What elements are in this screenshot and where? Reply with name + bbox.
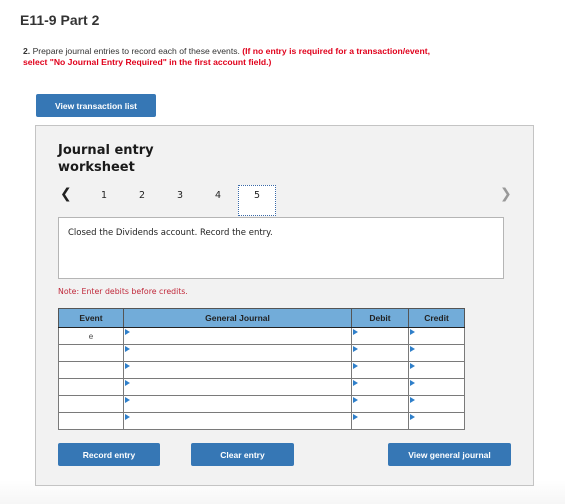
header-event: Event xyxy=(58,308,124,328)
table-header-row: Event General Journal Debit Credit xyxy=(58,308,465,328)
question-number: 2. xyxy=(23,46,31,56)
credit-field[interactable] xyxy=(408,395,465,413)
journal-table: Event General Journal Debit Credit e xyxy=(58,308,465,430)
dropdown-indicator-icon xyxy=(353,329,358,335)
view-transaction-list-button[interactable]: View transaction list xyxy=(36,94,156,117)
debit-field[interactable] xyxy=(351,378,409,396)
header-general-journal: General Journal xyxy=(123,308,352,328)
account-field[interactable] xyxy=(123,412,352,430)
debit-field[interactable] xyxy=(351,361,409,379)
event-cell: e xyxy=(58,327,124,345)
credit-field[interactable] xyxy=(408,361,465,379)
header-credit: Credit xyxy=(408,308,465,328)
question-prompt: 2. Prepare journal entries to record eac… xyxy=(23,46,443,68)
event-cell-value: e xyxy=(88,331,94,341)
debit-field[interactable] xyxy=(351,412,409,430)
dropdown-indicator-icon xyxy=(125,414,130,420)
event-cell xyxy=(58,378,124,396)
worksheet-title-line2: worksheet xyxy=(58,160,135,175)
account-field[interactable] xyxy=(123,344,352,362)
event-cell xyxy=(58,412,124,430)
question-text: Prepare journal entries to record each o… xyxy=(32,46,240,56)
dropdown-indicator-icon xyxy=(410,363,415,369)
table-row xyxy=(58,412,465,430)
transaction-description: Closed the Dividends account. Record the… xyxy=(68,228,273,238)
record-entry-button[interactable]: Record entry xyxy=(58,443,160,466)
dropdown-indicator-icon xyxy=(410,329,415,335)
transaction-description-box xyxy=(58,217,504,279)
worksheet-title-line1: Journal entry xyxy=(58,143,154,158)
debit-field[interactable] xyxy=(351,395,409,413)
table-row: e xyxy=(58,327,465,345)
view-general-journal-button[interactable]: View general journal xyxy=(388,443,511,466)
dropdown-indicator-icon xyxy=(410,397,415,403)
dropdown-indicator-icon xyxy=(353,380,358,386)
chevron-left-icon[interactable]: ❮ xyxy=(60,186,72,202)
table-row xyxy=(58,378,465,396)
account-field[interactable] xyxy=(123,395,352,413)
event-cell xyxy=(58,395,124,413)
dropdown-indicator-icon xyxy=(353,397,358,403)
debit-field[interactable] xyxy=(351,344,409,362)
event-cell xyxy=(58,361,124,379)
tab-4[interactable]: 4 xyxy=(208,190,228,201)
tab-1[interactable]: 1 xyxy=(94,190,114,201)
tab-2[interactable]: 2 xyxy=(132,190,152,201)
debits-note: Note: Enter debits before credits. xyxy=(58,287,188,296)
tab-3[interactable]: 3 xyxy=(170,190,190,201)
dropdown-indicator-icon xyxy=(125,346,130,352)
dropdown-indicator-icon xyxy=(410,346,415,352)
credit-field[interactable] xyxy=(408,344,465,362)
account-field[interactable] xyxy=(123,327,352,345)
chevron-right-icon[interactable]: ❯ xyxy=(500,186,512,202)
account-field[interactable] xyxy=(123,378,352,396)
dropdown-indicator-icon xyxy=(125,397,130,403)
dropdown-indicator-icon xyxy=(125,329,130,335)
table-row xyxy=(58,361,465,379)
debit-field[interactable] xyxy=(351,327,409,345)
dropdown-indicator-icon xyxy=(410,380,415,386)
dropdown-indicator-icon xyxy=(353,363,358,369)
dropdown-indicator-icon xyxy=(410,414,415,420)
dropdown-indicator-icon xyxy=(353,346,358,352)
dropdown-indicator-icon xyxy=(125,380,130,386)
table-row xyxy=(58,344,465,362)
clear-entry-button[interactable]: Clear entry xyxy=(191,443,294,466)
event-cell xyxy=(58,344,124,362)
table-row xyxy=(58,395,465,413)
dropdown-indicator-icon xyxy=(125,363,130,369)
credit-field[interactable] xyxy=(408,378,465,396)
header-debit: Debit xyxy=(351,308,409,328)
worksheet-title: Journal entry worksheet xyxy=(58,142,154,176)
account-field[interactable] xyxy=(123,361,352,379)
dropdown-indicator-icon xyxy=(353,414,358,420)
tab-5[interactable]: 5 xyxy=(247,190,267,201)
page-title: E11-9 Part 2 xyxy=(20,12,100,28)
credit-field[interactable] xyxy=(408,412,465,430)
credit-field[interactable] xyxy=(408,327,465,345)
journal-entry-worksheet-panel xyxy=(35,125,534,486)
